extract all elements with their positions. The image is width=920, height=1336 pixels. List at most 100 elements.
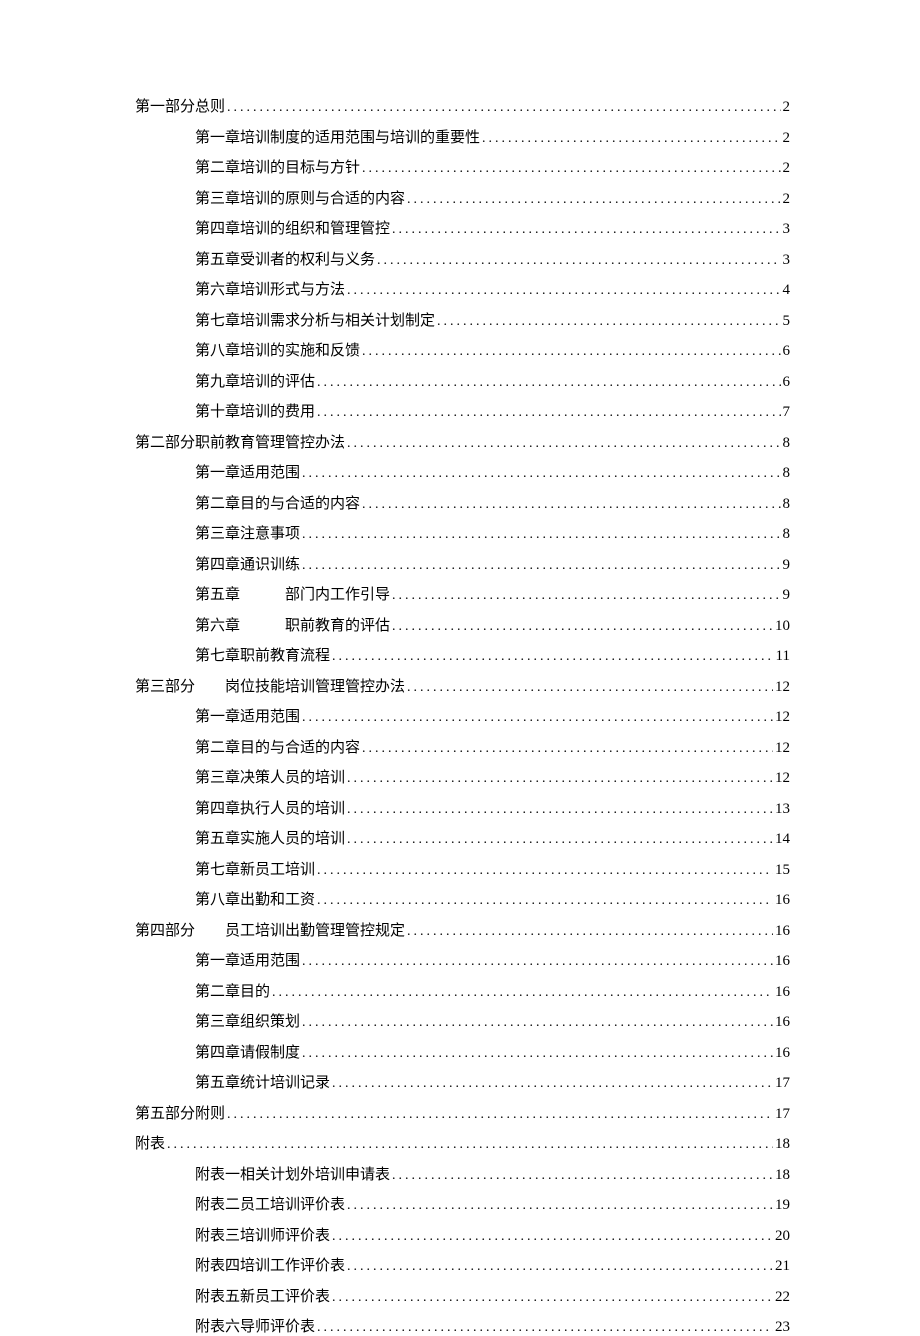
toc-entry-title: 适用范围: [240, 709, 300, 725]
toc-entry: 第五章统计培训记录17: [195, 1071, 790, 1092]
toc-leader-dots: [272, 985, 773, 1001]
toc-entry-title: 职前教育管理管控办法: [195, 435, 345, 451]
toc-entry-page: 6: [783, 343, 791, 360]
toc-entry-label: 第二部分职前教育管理管控办法: [135, 431, 345, 452]
toc-entry-prefix: 第五章: [195, 252, 240, 268]
toc-entry: 第八章培训的实施和反馈6: [195, 339, 790, 360]
toc-entry-page: 13: [775, 801, 790, 818]
toc-entry: 第二章目的 16: [195, 980, 790, 1001]
toc-entry-title: 总则: [195, 99, 225, 115]
toc-entry-label: 第四部分 员工培训出勤管理管控规定: [135, 919, 405, 940]
toc-leader-dots: [317, 863, 773, 879]
toc-entry: 第五章受训者的权利与义务3: [195, 248, 790, 269]
toc-entry-label: 附表三培训师评价表: [195, 1224, 330, 1245]
toc-leader-dots: [302, 527, 780, 543]
toc-entry: 附表六导师评价表23: [195, 1315, 790, 1336]
toc-entry-page: 16: [775, 984, 790, 1001]
toc-entry-label: 第六章培训形式与方法: [195, 278, 345, 299]
toc-entry-prefix: 第一章: [195, 130, 240, 146]
toc-leader-dots: [347, 802, 773, 818]
toc-entry-label: 第二章培训的目标与方针: [195, 156, 360, 177]
toc-entry-page: 14: [775, 831, 790, 848]
toc-entry-page: 8: [783, 526, 791, 543]
toc-entry-prefix: 第二章: [195, 160, 240, 176]
toc-entry: 第十章培训的费用7: [195, 400, 790, 421]
toc-entry-prefix: 第二章: [195, 984, 240, 1000]
toc-entry: 第一部分总则2: [135, 95, 790, 116]
toc-entry-label: 第二章目的与合适的内容: [195, 736, 360, 757]
toc-entry: 第三章决策人员的培训12: [195, 766, 790, 787]
toc-entry-page: 2: [783, 130, 791, 147]
toc-leader-dots: [167, 1137, 773, 1153]
toc-entry-title: 职前教育流程: [240, 648, 330, 664]
toc-entry-label: 第四章请假制度: [195, 1041, 300, 1062]
toc-entry: 第一章适用范围12: [195, 705, 790, 726]
toc-entry-prefix: 第三章: [195, 526, 240, 542]
toc-entry-title: 培训的评估: [240, 374, 315, 390]
toc-entry-page: 4: [783, 282, 791, 299]
toc-entry-title: 适用范围: [240, 465, 300, 481]
toc-entry: 第七章培训需求分析与相关计划制定5: [195, 309, 790, 330]
toc-entry-label: 第五章受训者的权利与义务: [195, 248, 375, 269]
toc-entry-title: 岗位技能培训管理管控办法: [225, 679, 405, 695]
toc-entry-label: 第六章 职前教育的评估: [195, 614, 390, 635]
toc-entry-label: 第十章培训的费用: [195, 400, 315, 421]
toc-entry-page: 16: [775, 953, 790, 970]
toc-entry-title: 目的与合适的内容: [240, 740, 360, 756]
toc-entry-page: 9: [783, 557, 791, 574]
toc-entry-title: 通识训练: [240, 557, 300, 573]
toc-entry-page: 3: [783, 221, 791, 238]
toc-entry-label: 第一章适用范围: [195, 949, 300, 970]
toc-entry-page: 22: [775, 1289, 790, 1306]
toc-entry-title: 受训者的权利与义务: [240, 252, 375, 268]
toc-entry-label: 第七章培训需求分析与相关计划制定: [195, 309, 435, 330]
toc-entry-page: 18: [775, 1167, 790, 1184]
toc-entry-page: 18: [775, 1136, 790, 1153]
toc-entry-label: 附表五新员工评价表: [195, 1285, 330, 1306]
toc-entry: 第二章目的与合适的内容 8: [195, 492, 790, 513]
toc-entry-title: 培训需求分析与相关计划制定: [240, 313, 435, 329]
toc-leader-dots: [302, 466, 780, 482]
toc-entry-prefix: 第三章: [195, 191, 240, 207]
toc-leader-dots: [317, 1320, 773, 1336]
toc-entry-page: 8: [783, 496, 791, 513]
toc-entry-prefix: 第五章: [195, 587, 240, 603]
toc-leader-dots: [302, 1046, 773, 1062]
toc-leader-dots: [332, 1290, 773, 1306]
toc-leader-dots: [362, 344, 780, 360]
toc-entry-label: 第二章目的与合适的内容: [195, 492, 360, 513]
toc-entry-label: 第二章目的: [195, 980, 270, 1001]
table-of-contents: 第一部分总则2第一章培训制度的适用范围与培训的重要性2第二章培训的目标与方针2第…: [135, 95, 790, 1336]
toc-entry-prefix: 第八章: [195, 343, 240, 359]
toc-entry-title: 执行人员的培训: [240, 801, 345, 817]
toc-entry: 第二章培训的目标与方针2: [195, 156, 790, 177]
toc-entry-prefix: 第一章: [195, 465, 240, 481]
toc-entry-label: 附表: [135, 1132, 165, 1153]
toc-entry-prefix: 第二部分: [135, 435, 195, 451]
toc-leader-dots: [302, 954, 773, 970]
toc-entry-title: 出勤和工资: [240, 892, 315, 908]
toc-entry-label: 第三章组织策划: [195, 1010, 300, 1031]
toc-leader-dots: [302, 1015, 773, 1031]
toc-entry: 第九章培训的评估6: [195, 370, 790, 391]
toc-entry: 第四章培训的组织和管理管控 3: [195, 217, 790, 238]
toc-entry-label: 第一章适用范围: [195, 705, 300, 726]
toc-entry-title: 培训的费用: [240, 404, 315, 420]
toc-entry-prefix: 附表一: [195, 1167, 240, 1183]
toc-entry-page: 20: [775, 1228, 790, 1245]
toc-entry-prefix: 第七章: [195, 313, 240, 329]
toc-entry-title: 培训的目标与方针: [240, 160, 360, 176]
toc-leader-dots: [377, 253, 780, 269]
toc-entry: 第七章新员工培训15: [195, 858, 790, 879]
toc-entry-label: 第三章注意事项: [195, 522, 300, 543]
toc-entry-label: 第四章通识训练: [195, 553, 300, 574]
toc-entry-prefix: 第七章: [195, 862, 240, 878]
toc-entry-prefix: 第四部分: [135, 923, 195, 939]
toc-entry-page: 16: [775, 1045, 790, 1062]
toc-entry-label: 第四章培训的组织和管理管控: [195, 217, 390, 238]
toc-entry-label: 第七章职前教育流程: [195, 644, 330, 665]
toc-entry-title: 适用范围: [240, 953, 300, 969]
toc-entry-prefix: 附表二: [195, 1197, 240, 1213]
toc-entry-label: 第五章统计培训记录: [195, 1071, 330, 1092]
toc-entry-title: 附则: [195, 1106, 225, 1122]
